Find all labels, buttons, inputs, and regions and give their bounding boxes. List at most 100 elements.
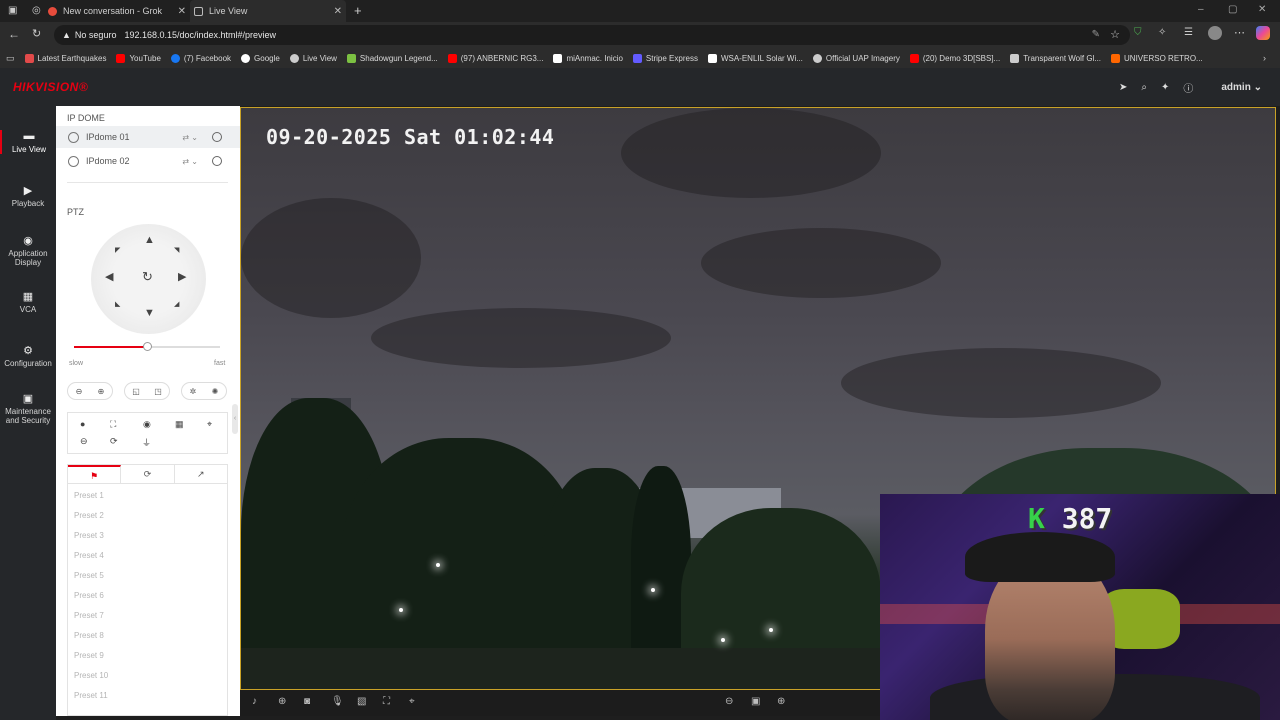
url-field[interactable]: ▲ No seguro 192.168.0.15/doc/index.html#… (54, 25, 1130, 45)
cycle-icon[interactable]: ⟳ (110, 436, 118, 447)
nav-playback[interactable]: ▶ Playback (0, 184, 56, 208)
bookmark-item[interactable]: WSA-ENLIL Solar Wi... (707, 53, 803, 63)
window-close-icon[interactable]: ✕ (1258, 4, 1266, 15)
pen-icon[interactable]: ✎ (1092, 29, 1100, 40)
nav-application-display[interactable]: ◉ Application Display (0, 234, 56, 267)
layout-icon[interactable]: ▣ (751, 696, 760, 707)
iris-open-icon[interactable]: ✺ (212, 387, 219, 396)
profile-avatar[interactable] (1208, 26, 1222, 40)
bookmark-item[interactable]: Google (241, 53, 280, 63)
fullscreen-icon[interactable]: ⛶ (383, 696, 390, 707)
arrow-up-left-icon[interactable]: ◤ (115, 246, 120, 254)
tab-patrol[interactable]: ⟳ (121, 465, 175, 483)
next-icon[interactable]: ⊕ (777, 696, 785, 707)
tab-presets[interactable]: ⚑ (68, 465, 122, 483)
list-item[interactable]: Preset 8 (74, 631, 104, 640)
image-icon[interactable]: ▧ (357, 696, 366, 707)
focus-far-icon[interactable]: ◳ (154, 387, 162, 396)
bookmark-item[interactable]: Latest Earthquakes (24, 53, 106, 63)
bookmark-item[interactable]: Official UAP Imagery (812, 53, 900, 63)
list-item[interactable]: Preset 10 (74, 671, 108, 680)
bookmark-item[interactable]: YouTube (116, 53, 161, 63)
bookmark-bar-icon[interactable]: ▭ (6, 53, 15, 64)
search-icon[interactable]: ⌕ (1141, 82, 1147, 93)
star-icon[interactable]: ☆ (1110, 28, 1120, 41)
nav-maintenance[interactable]: ▣ Maintenance and Security (0, 392, 56, 425)
minimize-icon[interactable]: – (1198, 4, 1204, 15)
wiper-icon[interactable]: ◉ (143, 419, 151, 430)
grid-icon[interactable]: ▦ (175, 419, 184, 430)
chevron-right-icon[interactable]: › (1263, 53, 1266, 63)
iris-close-icon[interactable]: ✲ (190, 387, 197, 396)
list-item[interactable]: Preset 7 (74, 611, 104, 620)
list-item[interactable]: Preset 3 (74, 531, 104, 540)
arrow-up-icon[interactable]: ▲ (144, 234, 155, 246)
list-item[interactable]: Preset 4 (74, 551, 104, 560)
tab-pattern[interactable]: ↗ (175, 465, 227, 483)
back-arrow-icon[interactable]: ← (8, 27, 20, 41)
nav-vca[interactable]: ▦ VCA (0, 290, 56, 314)
ptz-direction-pad[interactable]: ▲ ▼ ◀ ▶ ◤ ◥ ◣ ◢ ↻ (91, 224, 206, 334)
target-icon[interactable]: ⌖ (409, 696, 415, 707)
favorites-icon[interactable]: ☰ (1184, 27, 1193, 38)
arrow-down-icon[interactable]: ▼ (144, 307, 155, 319)
camera-icon[interactable]: ◙ (304, 696, 310, 707)
focus-near-icon[interactable]: ◱ (132, 387, 140, 396)
camera-item[interactable]: IPdome 01 ⇄ ⌄ (56, 126, 240, 148)
bookmark-item[interactable]: (97) ANBERNIC RG3... (447, 53, 543, 63)
record-icon[interactable] (212, 132, 222, 142)
puzzle-icon[interactable]: ✦ (1161, 82, 1169, 93)
audio-icon[interactable]: ♪ (252, 696, 257, 707)
more-icon[interactable]: ⋯ (1234, 26, 1245, 39)
nav-live-view[interactable]: ▬ Live View (0, 130, 56, 154)
bookmark-item[interactable]: UNIVERSO RETRO... (1111, 53, 1203, 63)
tab-live-view[interactable]: Live View ✕ (190, 0, 346, 22)
arrow-down-right-icon[interactable]: ◢ (174, 300, 179, 308)
list-item[interactable]: Preset 6 (74, 591, 104, 600)
info-icon[interactable]: ⓘ (1183, 80, 1193, 95)
list-item[interactable]: Preset 2 (74, 511, 104, 520)
extensions-icon[interactable]: ✧ (1158, 27, 1166, 38)
zoom-in-icon[interactable]: ⊕ (278, 696, 286, 707)
bookmark-item[interactable]: Stripe Express (632, 53, 698, 63)
focus-frame-icon[interactable]: ⛶ (110, 419, 116, 430)
record-icon[interactable] (212, 156, 222, 166)
zoom-in-icon[interactable]: ⊕ (98, 387, 105, 396)
arrow-left-icon[interactable]: ◀ (105, 270, 113, 283)
zoom-out-icon[interactable]: ⊖ (76, 387, 83, 396)
maximize-icon[interactable]: ▢ (1228, 4, 1237, 15)
panel-collapse-handle[interactable]: ‹ (232, 404, 238, 434)
user-menu[interactable]: admin ⌄ (1207, 82, 1262, 93)
prev-icon[interactable]: ⊖ (725, 696, 733, 707)
copilot-icon[interactable] (1256, 26, 1270, 40)
tab-grok[interactable]: New conversation - Grok ✕ (48, 0, 186, 22)
speed-slider[interactable] (74, 342, 220, 351)
stream-dropdown-icon[interactable]: ⇄ ⌄ (182, 157, 198, 166)
tower-icon[interactable]: ⏚ (142, 436, 151, 449)
microphone-icon[interactable]: 🎙 (331, 696, 344, 707)
arrow-up-right-icon[interactable]: ◥ (174, 246, 179, 254)
speed-slider-handle[interactable] (143, 342, 152, 351)
bookmark-item[interactable]: miAnmac. Inicio (553, 53, 623, 63)
list-item[interactable]: Preset 1 (74, 491, 104, 500)
stream-dropdown-icon[interactable]: ⇄ ⌄ (182, 133, 198, 142)
bookmark-item[interactable]: Shadowgun Legend... (346, 53, 438, 63)
send-icon[interactable]: ➤ (1119, 82, 1127, 93)
arrow-down-left-icon[interactable]: ◣ (115, 300, 120, 308)
reload-icon[interactable]: ↻ (32, 27, 41, 40)
arrow-right-icon[interactable]: ▶ (178, 270, 186, 283)
camera-item[interactable]: IPdome 02 ⇄ ⌄ (56, 150, 240, 172)
list-item[interactable]: Preset 11 (74, 691, 108, 700)
bookmark-item[interactable]: Live View (289, 53, 337, 63)
bookmark-item[interactable]: Transparent Wolf Gl... (1010, 53, 1101, 63)
bookmark-item[interactable]: (20) Demo 3D[SBS]... (909, 53, 1000, 63)
close-icon[interactable]: ✕ (178, 6, 186, 17)
list-item[interactable]: Preset 9 (74, 651, 104, 660)
auto-rotate-icon[interactable]: ↻ (142, 269, 153, 285)
new-tab-icon[interactable]: + (354, 3, 362, 18)
window-menu-icon[interactable]: ▣ (8, 5, 17, 16)
light-icon[interactable]: ● (80, 419, 85, 429)
bookmark-item[interactable]: (7) Facebook (170, 53, 231, 63)
shield-icon[interactable]: ⛉ (1134, 27, 1142, 38)
close-icon[interactable]: ✕ (334, 6, 342, 17)
